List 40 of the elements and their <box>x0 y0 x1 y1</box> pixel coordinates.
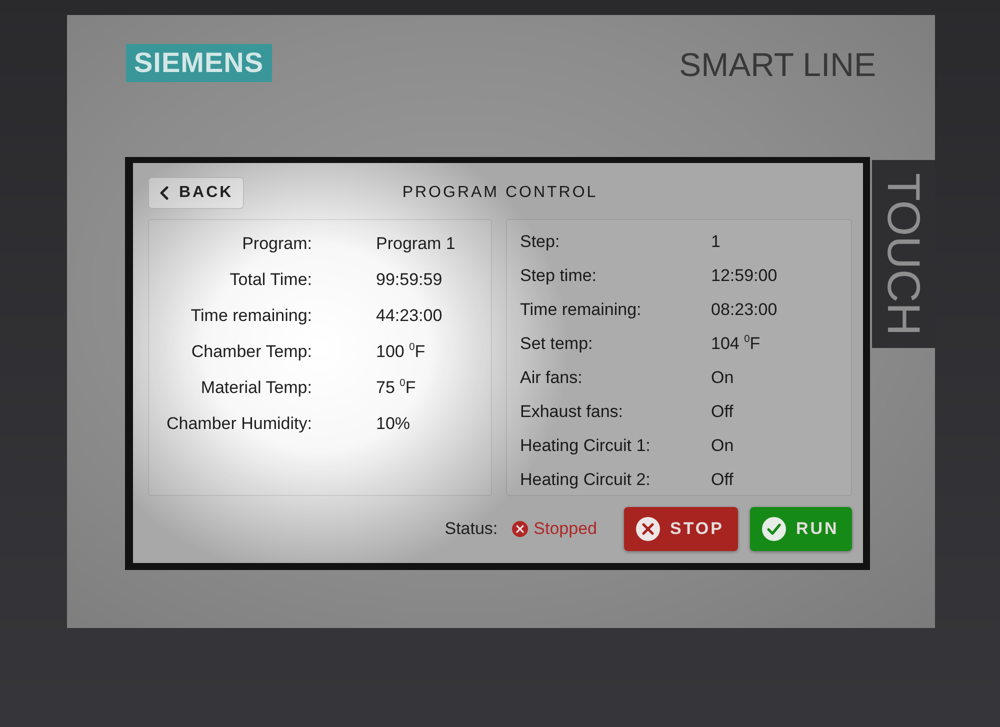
field-value: 44:23:00 <box>376 305 442 328</box>
field-label: Air fans: <box>520 367 584 390</box>
field-value: 104 $^{0}$F <box>711 333 760 356</box>
screen-title: PROGRAM CONTROL <box>401 183 599 203</box>
field-label: Step time: <box>520 265 598 288</box>
field-label: Time remaining: <box>190 305 312 328</box>
field-value: 10% <box>376 413 410 436</box>
field-label: Material Temp: <box>200 377 312 400</box>
x-circle-icon <box>636 517 660 541</box>
brand-logo: SIEMENS <box>126 44 272 82</box>
stop-button[interactable]: STOP <box>624 507 738 551</box>
field-value: Program 1 <box>376 233 456 256</box>
field-label: Total Time: <box>228 269 312 292</box>
field-label: Program: <box>241 233 312 256</box>
field-label: Exhaust fans: <box>520 401 624 424</box>
status-label: Status: <box>444 518 498 540</box>
field-value: 1 <box>711 231 720 254</box>
field-label: Time remaining: <box>520 299 642 322</box>
field-value: 99:59:59 <box>376 269 442 292</box>
field-value: Off <box>711 469 734 492</box>
field-value: On <box>711 435 734 458</box>
field-label: Heating Circuit 1: <box>520 435 652 458</box>
field-value: Off <box>711 401 734 424</box>
check-circle-icon <box>762 517 786 541</box>
field-value: 75 $^{0}$F <box>376 377 416 400</box>
run-button[interactable]: RUN <box>750 507 852 551</box>
field-label: Step: <box>520 231 561 254</box>
back-button[interactable]: BACK <box>148 177 244 209</box>
series-label: SMART LINE <box>679 48 876 81</box>
field-value: 12:59:00 <box>711 265 778 288</box>
field-label: Chamber Humidity: <box>166 413 312 436</box>
chevron-left-icon <box>159 186 169 200</box>
field-label: Chamber Temp: <box>190 341 312 364</box>
field-label: Heating Circuit 2: <box>520 469 652 492</box>
field-label: Set temp: <box>520 333 594 356</box>
field-value: 100 $^{0}$F <box>376 341 426 364</box>
field-value: 08:23:00 <box>711 299 778 322</box>
status-value: Stopped <box>534 518 597 540</box>
field-value: On <box>711 367 734 390</box>
touch-label: TOUCH <box>872 160 935 348</box>
